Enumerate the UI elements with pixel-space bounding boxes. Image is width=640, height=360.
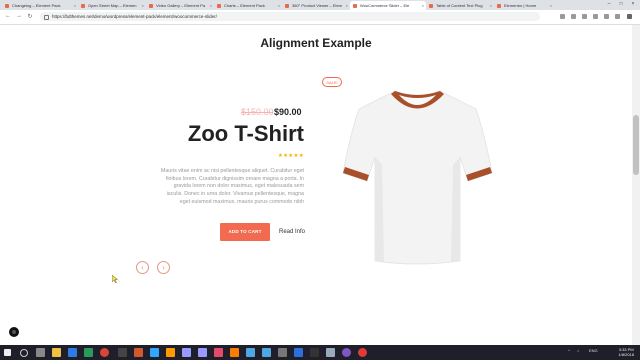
browser-tab[interactable]: Video Gallery – Element Pa × xyxy=(146,1,214,10)
app-icon[interactable] xyxy=(342,348,351,357)
app-icon[interactable] xyxy=(118,348,127,357)
favicon-icon xyxy=(285,3,289,8)
page-scrollbar[interactable] xyxy=(632,25,640,345)
tab-label: Video Gallery – Element Pa xyxy=(156,3,206,8)
close-tab-icon[interactable]: × xyxy=(278,1,280,10)
tab-label: Charts – Element Pack xyxy=(224,3,265,8)
favicon-icon xyxy=(353,3,357,8)
app-icon[interactable] xyxy=(294,348,303,357)
close-tab-icon[interactable]: × xyxy=(142,1,144,10)
app-icon[interactable] xyxy=(326,348,335,357)
extension-icon[interactable] xyxy=(582,14,587,19)
clock-date: 1/8/2018 xyxy=(618,352,634,357)
favicon-icon xyxy=(217,3,221,8)
windows-start-icon[interactable] xyxy=(4,349,11,356)
product-title[interactable]: Zoo T-Shirt xyxy=(188,121,304,147)
url-field[interactable]: https://bdthemes.net/demo/wordpress/elem… xyxy=(40,12,540,21)
chat-widget-button[interactable] xyxy=(9,327,19,337)
app-icon[interactable] xyxy=(68,348,77,357)
speaker-icon[interactable]: ♪ xyxy=(577,348,579,353)
browser-tab-bar: Changelog – Element Pack × Open Street Ma… xyxy=(0,0,640,10)
browser-tab[interactable]: 360° Product Viewer – Elem × xyxy=(282,1,350,10)
forward-icon[interactable]: → xyxy=(15,13,23,19)
extension-icon[interactable] xyxy=(571,14,576,19)
close-tab-icon[interactable]: × xyxy=(550,1,552,10)
photoshop-icon[interactable] xyxy=(150,348,159,357)
browser-tab[interactable]: Open Street Map – Elemen × xyxy=(78,1,146,10)
browser-tab[interactable]: Elementor | Home × xyxy=(494,1,554,10)
add-to-cart-button[interactable]: ADD TO CART xyxy=(220,223,270,241)
app-icon[interactable] xyxy=(262,348,271,357)
tab-label: Changelog – Element Pack xyxy=(12,3,61,8)
extension-icon[interactable] xyxy=(560,14,565,19)
tab-label: Elementor | Home xyxy=(504,3,537,8)
read-info-link[interactable]: Read Info xyxy=(279,229,305,235)
app-icon[interactable] xyxy=(84,348,93,357)
sale-badge: SALE! xyxy=(322,77,342,87)
app-icon[interactable] xyxy=(230,348,239,357)
close-tab-icon[interactable]: × xyxy=(74,1,76,10)
favicon-icon xyxy=(429,3,433,8)
after-effects-icon[interactable] xyxy=(198,348,207,357)
product-description: Mauris vitae enim ac nisi pellentesque a… xyxy=(160,168,304,205)
back-icon[interactable]: ← xyxy=(4,13,12,19)
menu-icon[interactable] xyxy=(627,14,632,19)
slider-next-button[interactable]: › xyxy=(157,261,170,274)
extension-icon[interactable] xyxy=(615,14,620,19)
system-clock[interactable]: 3:33 PM 1/8/2018 xyxy=(618,347,634,357)
premiere-icon[interactable] xyxy=(182,348,191,357)
browser-tab[interactable]: Charts – Element Pack × xyxy=(214,1,282,10)
extension-icon[interactable] xyxy=(604,14,609,19)
mouse-cursor-icon xyxy=(112,275,118,283)
browser-tab[interactable]: Changelog – Element Pack × xyxy=(2,1,78,10)
browser-tab-active[interactable]: WooCommerce Slider – Ele × xyxy=(350,1,426,10)
app-icon[interactable] xyxy=(358,348,367,357)
windows-taskbar: ^ ♪ ENG 3:33 PM 1/8/2018 xyxy=(0,345,640,360)
page-content: Alignment Example $150.00 $90.00 Zoo T-S… xyxy=(0,25,632,345)
old-price: $150.00 xyxy=(241,107,274,117)
close-tab-icon[interactable]: × xyxy=(422,1,424,10)
tab-label: 360° Product Viewer – Elem xyxy=(292,3,342,8)
file-explorer-icon[interactable] xyxy=(52,348,61,357)
tab-label: Table of Content Text Plug xyxy=(436,3,483,8)
reload-icon[interactable]: ↻ xyxy=(26,13,34,20)
rating-stars: ★★★★★ xyxy=(277,153,304,159)
favicon-icon xyxy=(497,3,501,8)
search-icon[interactable] xyxy=(20,349,28,357)
language-indicator[interactable]: ENG xyxy=(589,348,598,353)
address-toolbar: ← → ↻ https://bdthemes.net/demo/wordpres… xyxy=(0,10,640,25)
extension-icon[interactable] xyxy=(593,14,598,19)
minimize-window-icon[interactable]: – xyxy=(604,0,614,9)
scrollbar-thumb[interactable] xyxy=(633,115,639,175)
slider-prev-button[interactable]: ‹ xyxy=(136,261,149,274)
lock-icon xyxy=(44,15,49,20)
favicon-icon xyxy=(5,3,9,8)
app-icon[interactable] xyxy=(310,348,319,357)
sale-price: $90.00 xyxy=(274,107,302,117)
maximize-window-icon[interactable]: □ xyxy=(616,0,626,9)
chrome-icon[interactable] xyxy=(100,348,109,357)
section-title: Alignment Example xyxy=(260,36,372,50)
close-window-icon[interactable]: × xyxy=(628,0,638,9)
browser-tab[interactable]: Table of Content Text Plug × xyxy=(426,1,494,10)
illustrator-icon[interactable] xyxy=(166,348,175,357)
app-icon[interactable] xyxy=(278,348,287,357)
app-icon[interactable] xyxy=(134,348,143,357)
app-icon[interactable] xyxy=(214,348,223,357)
app-icon[interactable] xyxy=(246,348,255,357)
task-view-icon[interactable] xyxy=(36,348,45,357)
favicon-icon xyxy=(149,3,153,8)
tray-chevron-icon[interactable]: ^ xyxy=(568,348,570,353)
favicon-icon xyxy=(81,3,85,8)
tab-label: Open Street Map – Elemen xyxy=(88,3,137,8)
close-tab-icon[interactable]: × xyxy=(210,1,212,10)
product-image[interactable] xyxy=(340,85,495,265)
tab-label: WooCommerce Slider – Ele xyxy=(360,3,410,8)
close-tab-icon[interactable]: × xyxy=(346,1,348,10)
close-tab-icon[interactable]: × xyxy=(490,1,492,10)
